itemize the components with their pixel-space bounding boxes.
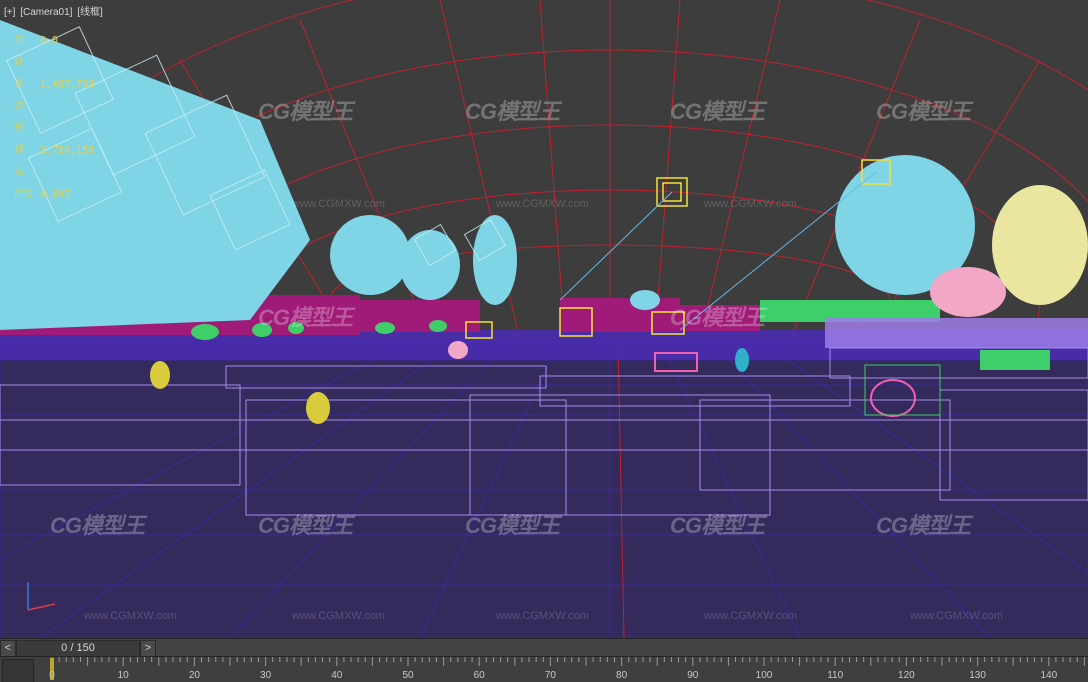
- viewport-shading-mode[interactable]: [线框]: [77, 7, 103, 18]
- watermark-url: www.CGMXW.com: [292, 198, 385, 210]
- ruler-tick-label: 20: [188, 670, 200, 681]
- stat-key: 多边形: [14, 79, 24, 134]
- stat-row-total: 总计 0.0: [14, 30, 94, 74]
- watermark-logo: CG模型王: [258, 99, 353, 124]
- ruler-tick-label: 100: [755, 670, 773, 681]
- stat-row-verts: 顶点 2,720,158: [14, 140, 94, 184]
- watermark-logo: CG模型王: [50, 513, 145, 538]
- watermark-logo: CG模型王: [876, 99, 971, 124]
- track-bar[interactable]: 0 10 20 30 40 50 60 70 80 90 100 110 120 130 140: [0, 656, 1088, 682]
- viewport-camera-name[interactable]: [Camera01]: [20, 7, 72, 18]
- viewport-label[interactable]: [+] [Camera01] [线框]: [4, 3, 105, 18]
- ruler-tick-label: 70: [544, 670, 556, 681]
- ruler-tick-label: 10: [117, 670, 129, 681]
- watermark-url: www.CGMXW.com: [704, 610, 797, 622]
- stat-value: 0.0: [40, 35, 59, 46]
- watermark-logo: CG模型王: [876, 513, 971, 538]
- scene-statistics: 总计 0.0 多边形 1,467,793 顶点 2,720,158 FPS 4.…: [14, 30, 94, 206]
- tree-cluster: [0, 20, 975, 330]
- ruler-tick-label: 80: [616, 670, 628, 681]
- stat-key: 总计: [14, 35, 24, 68]
- stat-value: 1,467,793: [40, 79, 95, 90]
- watermark-url: www.CGMXW.com: [496, 610, 589, 622]
- ruler-tick-label: 0: [49, 670, 55, 681]
- watermark-url: www.CGMXW.com: [704, 198, 797, 210]
- yellow-tree: [992, 185, 1088, 305]
- ruler-tick-label: 30: [260, 670, 272, 681]
- prev-frame-button[interactable]: <: [0, 640, 16, 657]
- watermark-url: www.CGMXW.com: [910, 610, 1003, 622]
- viewport-menu-plus[interactable]: [+]: [4, 7, 15, 18]
- time-slider[interactable]: 0 / 150: [16, 640, 140, 657]
- time-slider-bar: < 0 / 150 >: [0, 638, 1088, 657]
- watermark-logo: CG模型王: [670, 513, 765, 538]
- ruler-tick-label: 40: [331, 670, 343, 681]
- pink-tree: [930, 267, 1006, 317]
- purple-hedge: [825, 318, 1088, 348]
- watermark-logo: CG模型王: [465, 99, 560, 124]
- watermark-url: www.CGMXW.com: [292, 610, 385, 622]
- stat-key: 顶点: [14, 145, 24, 178]
- camera-viewport[interactable]: [+] [Camera01] [线框] 总计 0.0 多边形 1,467,793…: [0, 0, 1088, 638]
- stat-row-polys: 多边形 1,467,793: [14, 74, 94, 140]
- watermark-logo: CG模型王: [670, 305, 765, 330]
- watermark-logo: CG模型王: [670, 99, 765, 124]
- watermark-url: www.CGMXW.com: [84, 610, 177, 622]
- ruler-tick-label: 140: [1040, 670, 1058, 681]
- next-frame-button[interactable]: >: [140, 640, 156, 657]
- stat-row-fps: FPS 4.847: [14, 184, 94, 206]
- ruler-tick-label: 120: [898, 670, 915, 681]
- stat-value: 2,720,158: [40, 145, 95, 156]
- ruler-tick-label: 110: [827, 670, 844, 681]
- watermark-logo: CG模型王: [465, 513, 560, 538]
- max-app: [+] [Camera01] [线框] 总计 0.0 多边形 1,467,793…: [0, 0, 1088, 682]
- watermark-logo: CG模型王: [258, 305, 353, 330]
- ruler-tick-label: 60: [473, 670, 485, 681]
- ruler-tick-label: 50: [402, 670, 414, 681]
- ruler-tick-label: 90: [687, 670, 699, 681]
- stat-key: FPS: [14, 189, 33, 200]
- ruler-tick-label: 130: [969, 670, 986, 681]
- watermark-url: www.CGMXW.com: [496, 198, 589, 210]
- stat-value: 4.847: [40, 189, 71, 200]
- watermark-logo: CG模型王: [258, 513, 353, 538]
